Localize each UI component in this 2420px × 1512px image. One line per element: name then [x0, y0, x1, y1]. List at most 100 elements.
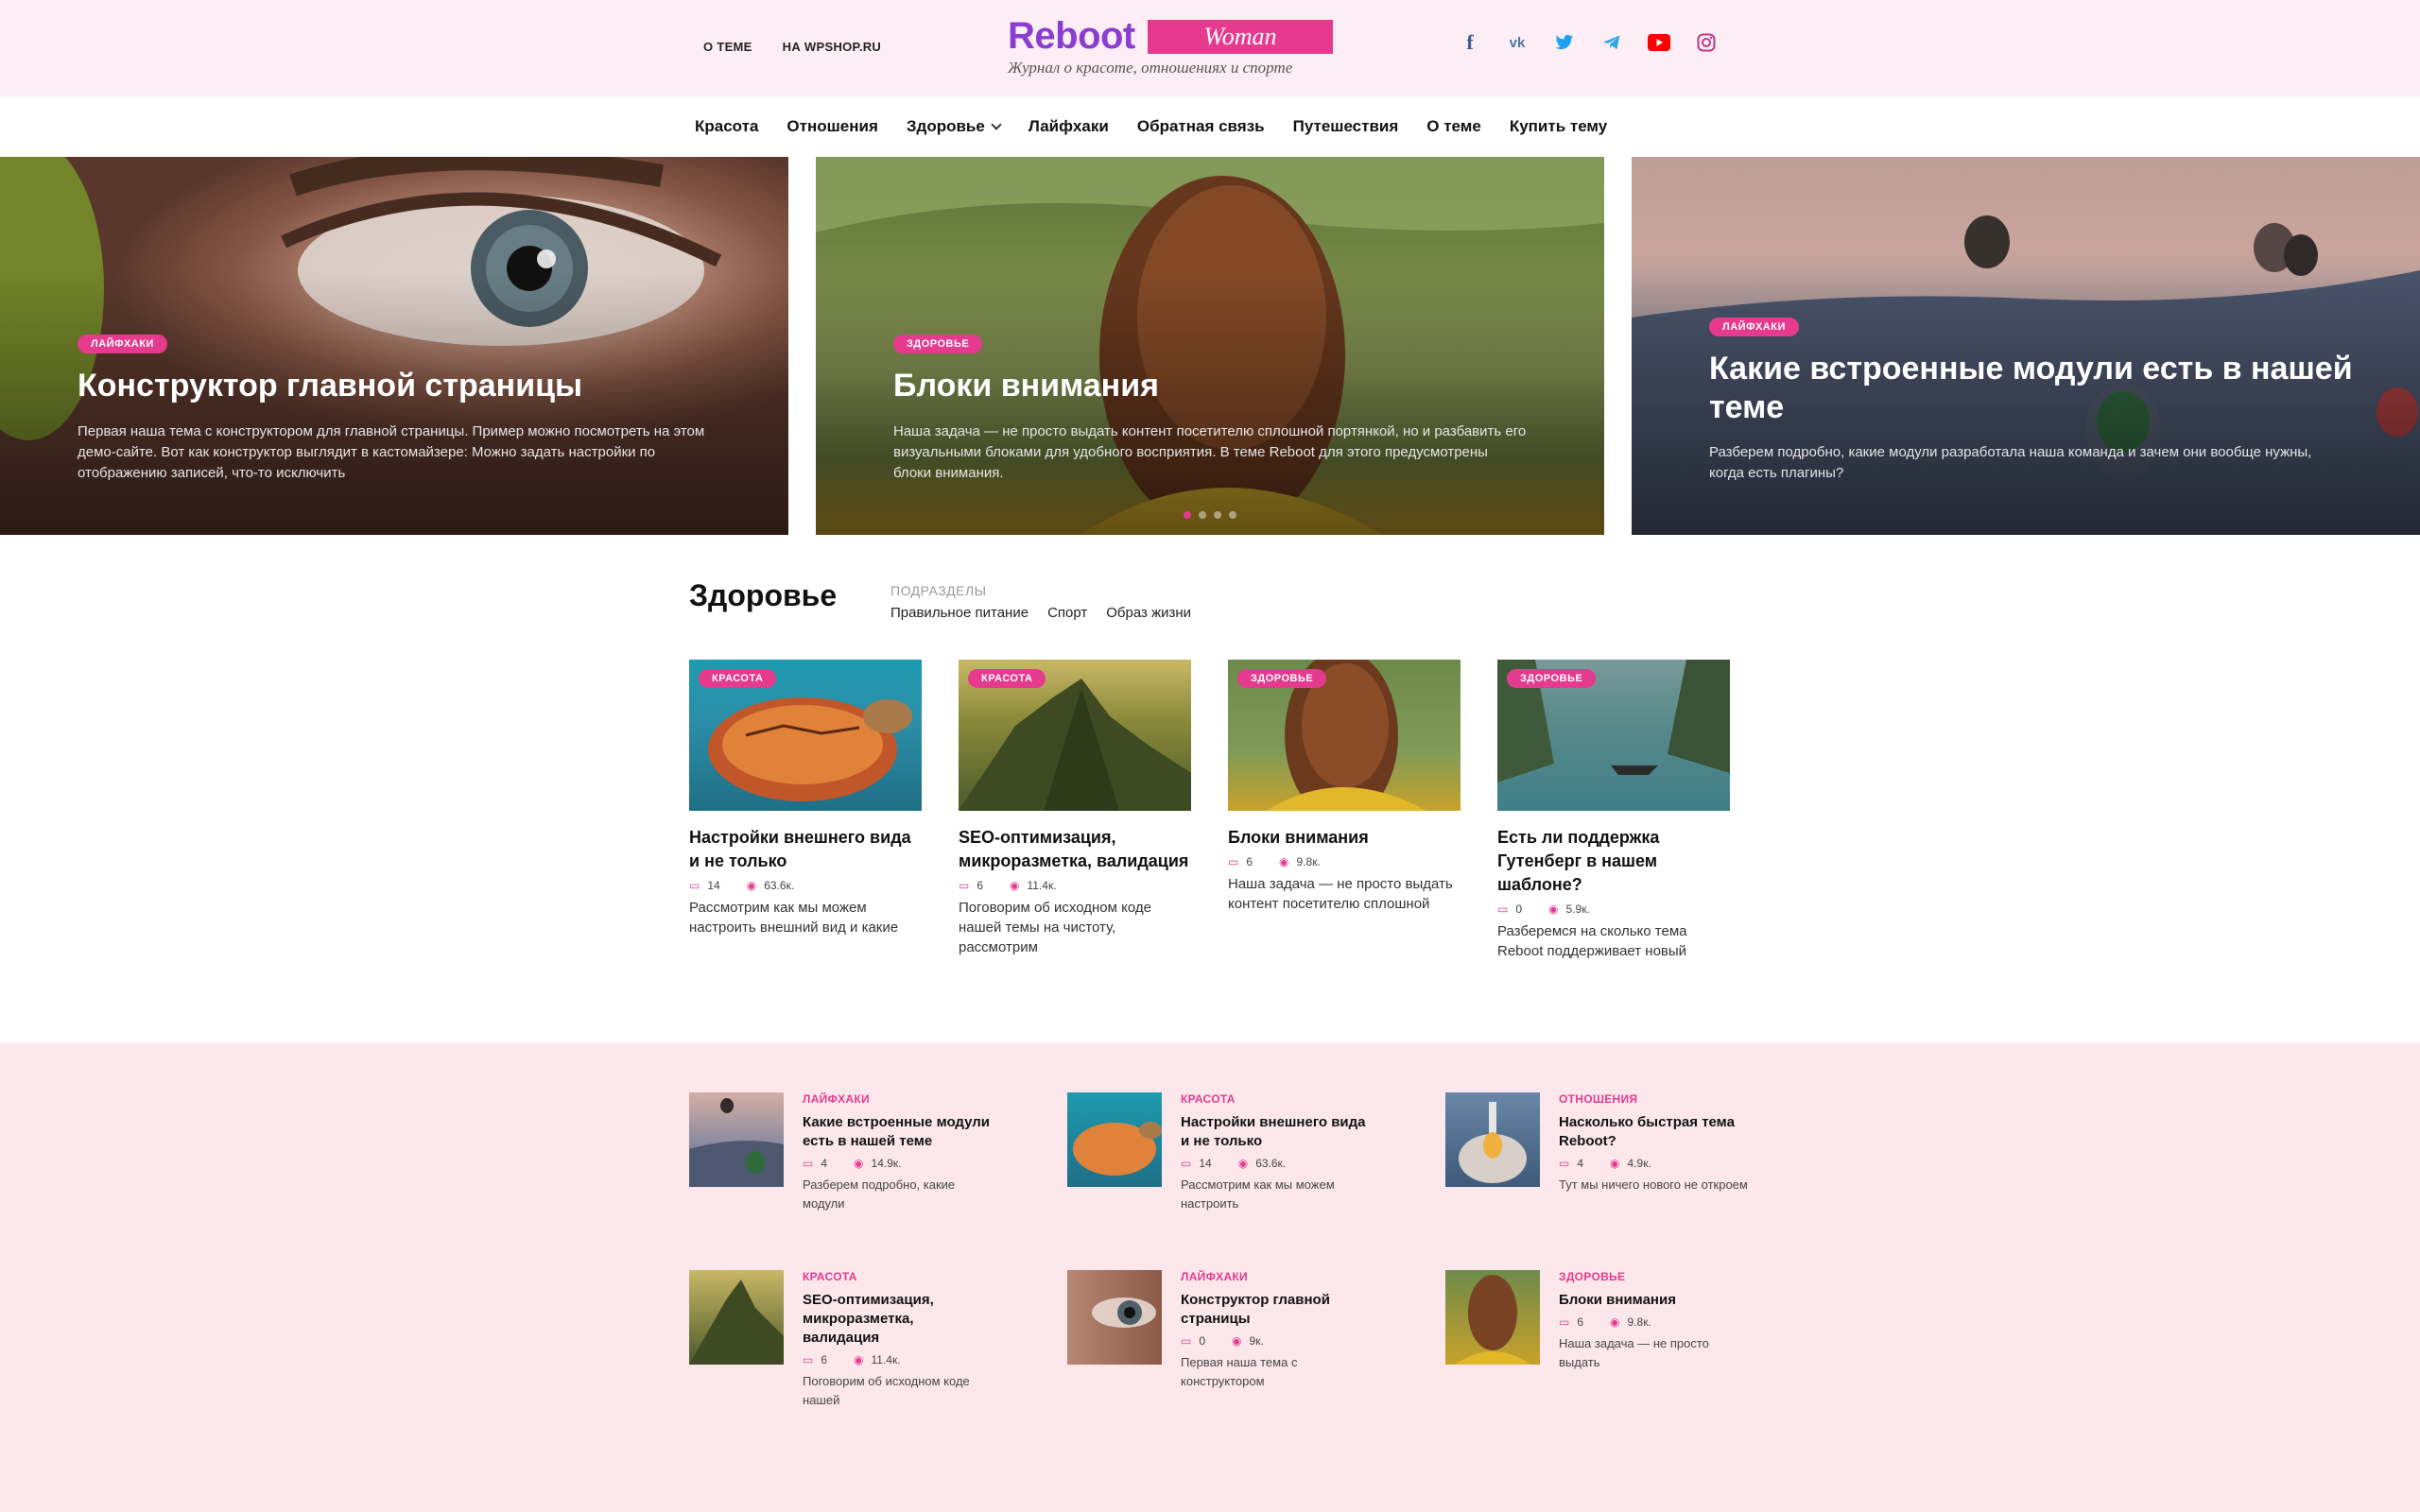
post-card[interactable]: КРАСОТА SEO-оптимизация, микроразметка, … — [959, 660, 1191, 957]
section-title[interactable]: Здоровье — [689, 578, 837, 613]
list-item[interactable]: ОТНОШЕНИЯ Насколько быстрая тема Reboot? ▭… — [1445, 1092, 1786, 1253]
post-excerpt: Разберем подробно, какие модули — [803, 1177, 956, 1211]
post-thumbnail[interactable]: КРАСОТА — [689, 660, 922, 811]
twitter-icon[interactable] — [1550, 28, 1579, 57]
post-thumbnail[interactable]: КРАСОТА — [959, 660, 1191, 811]
post-excerpt: Наша задача — не просто выдать — [1559, 1336, 1709, 1369]
subsection-link[interactable]: Спорт — [1047, 605, 1087, 621]
comment-icon: ▭ — [803, 1157, 814, 1170]
post-category[interactable]: КРАСОТА — [803, 1270, 992, 1283]
post-category[interactable]: ЗДОРОВЬЕ — [1559, 1270, 1748, 1283]
nav-item-relations[interactable]: Отношения — [786, 117, 877, 136]
post-thumbnail[interactable]: ЗДОРОВЬЕ — [1228, 660, 1461, 811]
post-thumbnail[interactable] — [1445, 1270, 1540, 1365]
post-excerpt: Поговорим об исходном коде нашей — [803, 1374, 970, 1407]
post-category[interactable]: КРАСОТА — [1181, 1092, 1370, 1106]
eye-icon: ◉ — [1279, 855, 1289, 868]
site-header: О ТЕМЕ НА WPSHOP.RU Reboot Woman Журнал … — [0, 0, 2420, 96]
vk-icon[interactable]: vk — [1503, 28, 1531, 57]
list-item[interactable]: ЗДОРОВЬЕ Блоки внимания ▭ 6 ◉ 9.8к. Наша задач… — [1445, 1270, 1786, 1431]
post-category[interactable]: ОТНОШЕНИЯ — [1559, 1092, 1748, 1106]
list-item[interactable]: КРАСОТА SEO-оптимизация, микроразметка, в… — [689, 1270, 1029, 1431]
hero-slide-1[interactable]: ЛАЙФХАКИ Конструктор главной страницы Пе… — [0, 157, 788, 535]
top-link-wpshop[interactable]: НА WPSHOP.RU — [783, 40, 881, 54]
eye-icon: ◉ — [746, 879, 757, 892]
eye-icon: ◉ — [854, 1157, 864, 1170]
post-excerpt: Тут мы ничего нового не откроем — [1559, 1177, 1748, 1192]
post-title[interactable]: Конструктор главной страницы — [1181, 1291, 1370, 1329]
nav-item-buy[interactable]: Купить тему — [1510, 117, 1607, 136]
slider-dot[interactable] — [1184, 511, 1191, 519]
eye-icon: ◉ — [1232, 1334, 1242, 1348]
post-tag[interactable]: КРАСОТА — [968, 669, 1046, 688]
hero-title[interactable]: Блоки внимания — [893, 367, 1547, 405]
hero-tag[interactable]: ЛАЙФХАКИ — [78, 335, 167, 353]
nav-item-beauty[interactable]: Красота — [695, 117, 758, 136]
post-card[interactable]: ЗДОРОВЬЕ Есть ли поддержка Гутенберг в н… — [1497, 660, 1730, 961]
post-thumbnail[interactable] — [1067, 1092, 1162, 1187]
post-excerpt: Поговорим об исходном коде нашей темы на… — [959, 900, 1151, 955]
nav-item-lifehacks[interactable]: Лайфхаки — [1028, 117, 1109, 136]
youtube-icon[interactable] — [1645, 28, 1673, 57]
post-tag[interactable]: КРАСОТА — [699, 669, 777, 688]
post-card[interactable]: КРАСОТА Настройки внешнего вида и не тол… — [689, 660, 922, 937]
nav-item-health[interactable]: Здоровье — [907, 117, 1002, 136]
comment-icon: ▭ — [1559, 1157, 1570, 1170]
post-excerpt: Разберемся на сколько тема Reboot поддер… — [1497, 923, 1687, 959]
hero-tag[interactable]: ЛАЙФХАКИ — [1709, 318, 1799, 336]
post-thumbnail[interactable]: ЗДОРОВЬЕ — [1497, 660, 1730, 811]
hero-slide-3[interactable]: ЛАЙФХАКИ Какие встроенные модули есть в … — [1632, 157, 2420, 535]
slider-dot[interactable] — [1229, 511, 1236, 519]
post-title[interactable]: Настройки внешнего вида и не только — [689, 826, 922, 873]
hero-tag[interactable]: ЗДОРОВЬЕ — [893, 335, 983, 353]
post-excerpt: Наша задача — не просто выдать контент п… — [1228, 876, 1453, 912]
comment-icon: ▭ — [959, 879, 970, 892]
top-link-about[interactable]: О ТЕМЕ — [703, 40, 752, 54]
slider-dot[interactable] — [1199, 511, 1206, 519]
comment-icon: ▭ — [1559, 1315, 1570, 1329]
eye-icon: ◉ — [1610, 1315, 1620, 1329]
post-thumbnail[interactable] — [689, 1270, 784, 1365]
nav-item-travel[interactable]: Путешествия — [1293, 117, 1399, 136]
site-logo[interactable]: Reboot Woman Журнал о красоте, отношения… — [1008, 15, 1348, 81]
hero-title[interactable]: Какие встроенные модули есть в нашей тем… — [1709, 350, 2363, 427]
post-meta: ▭ 14 ◉ 63.6к. — [689, 879, 795, 892]
nav-item-theme[interactable]: О теме — [1426, 117, 1481, 136]
post-thumbnail[interactable] — [1445, 1092, 1540, 1187]
post-tag[interactable]: ЗДОРОВЬЕ — [1237, 669, 1327, 688]
list-item[interactable]: ЛАЙФХАКИ Какие встроенные модули есть в н… — [689, 1092, 1029, 1253]
post-title[interactable]: Какие встроенные модули есть в нашей тем… — [803, 1113, 992, 1151]
post-thumbnail[interactable] — [1067, 1270, 1162, 1365]
comment-icon: ▭ — [1228, 855, 1239, 868]
post-title[interactable]: Блоки внимания — [1228, 826, 1461, 850]
post-card[interactable]: ЗДОРОВЬЕ Блоки внимания ▭ 6 ◉ 9.8к. Наша за… — [1228, 660, 1461, 914]
hero-slide-2[interactable]: ЗДОРОВЬЕ Блоки внимания Наша задача — не… — [816, 157, 1604, 535]
subsections-label: ПОДРАЗДЕЛЫ — [890, 583, 987, 598]
post-title[interactable]: Насколько быстрая тема Reboot? — [1559, 1113, 1748, 1151]
slider-dot[interactable] — [1214, 511, 1221, 519]
nav-item-feedback[interactable]: Обратная связь — [1137, 117, 1265, 136]
post-tag[interactable]: ЗДОРОВЬЕ — [1507, 669, 1597, 688]
facebook-icon[interactable]: f — [1456, 28, 1484, 57]
post-excerpt: Рассмотрим как мы можем настроить — [1181, 1177, 1335, 1211]
post-title[interactable]: SEO-оптимизация, микроразметка, валидаци… — [959, 826, 1191, 873]
post-meta: ▭ 0 ◉ 5.9к. — [1497, 902, 1590, 916]
post-title[interactable]: Есть ли поддержка Гутенберг в нашем шабл… — [1497, 826, 1730, 897]
post-category[interactable]: ЛАЙФХАКИ — [1181, 1270, 1370, 1283]
list-item[interactable]: КРАСОТА Настройки внешнего вида и не толь… — [1067, 1092, 1408, 1253]
list-item[interactable]: ЛАЙФХАКИ Конструктор главной страницы ▭ 0 ◉ 9… — [1067, 1270, 1408, 1431]
post-title[interactable]: Блоки внимания — [1559, 1291, 1748, 1310]
telegram-icon[interactable] — [1598, 28, 1626, 57]
instagram-icon[interactable] — [1692, 28, 1720, 57]
top-links: О ТЕМЕ НА WPSHOP.RU — [703, 40, 881, 54]
comment-icon: ▭ — [1181, 1157, 1192, 1170]
post-category[interactable]: ЛАЙФХАКИ — [803, 1092, 992, 1106]
hero-excerpt: Первая наша тема с конструктором для гла… — [78, 423, 705, 481]
hero-title[interactable]: Конструктор главной страницы — [78, 367, 732, 405]
post-title[interactable]: Настройки внешнего вида и не только — [1181, 1113, 1370, 1151]
post-thumbnail[interactable] — [689, 1092, 784, 1187]
subsection-link[interactable]: Правильное питание — [890, 605, 1028, 621]
subsection-link[interactable]: Образ жизни — [1106, 605, 1191, 621]
post-title[interactable]: SEO-оптимизация, микроразметка, валидаци… — [803, 1291, 992, 1348]
eye-icon: ◉ — [1548, 902, 1559, 916]
